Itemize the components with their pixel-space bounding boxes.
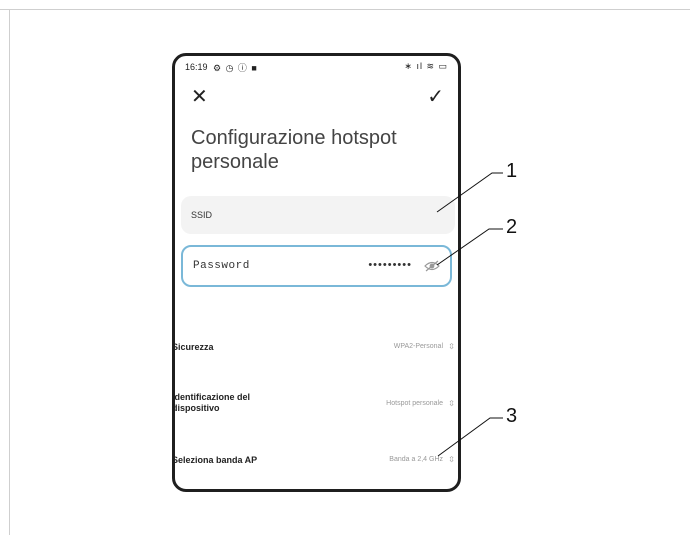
callout-1: 1 <box>506 160 518 182</box>
callout-3: 3 <box>506 405 518 427</box>
callout-2: 2 <box>506 216 518 238</box>
callout-leaders <box>436 172 503 457</box>
